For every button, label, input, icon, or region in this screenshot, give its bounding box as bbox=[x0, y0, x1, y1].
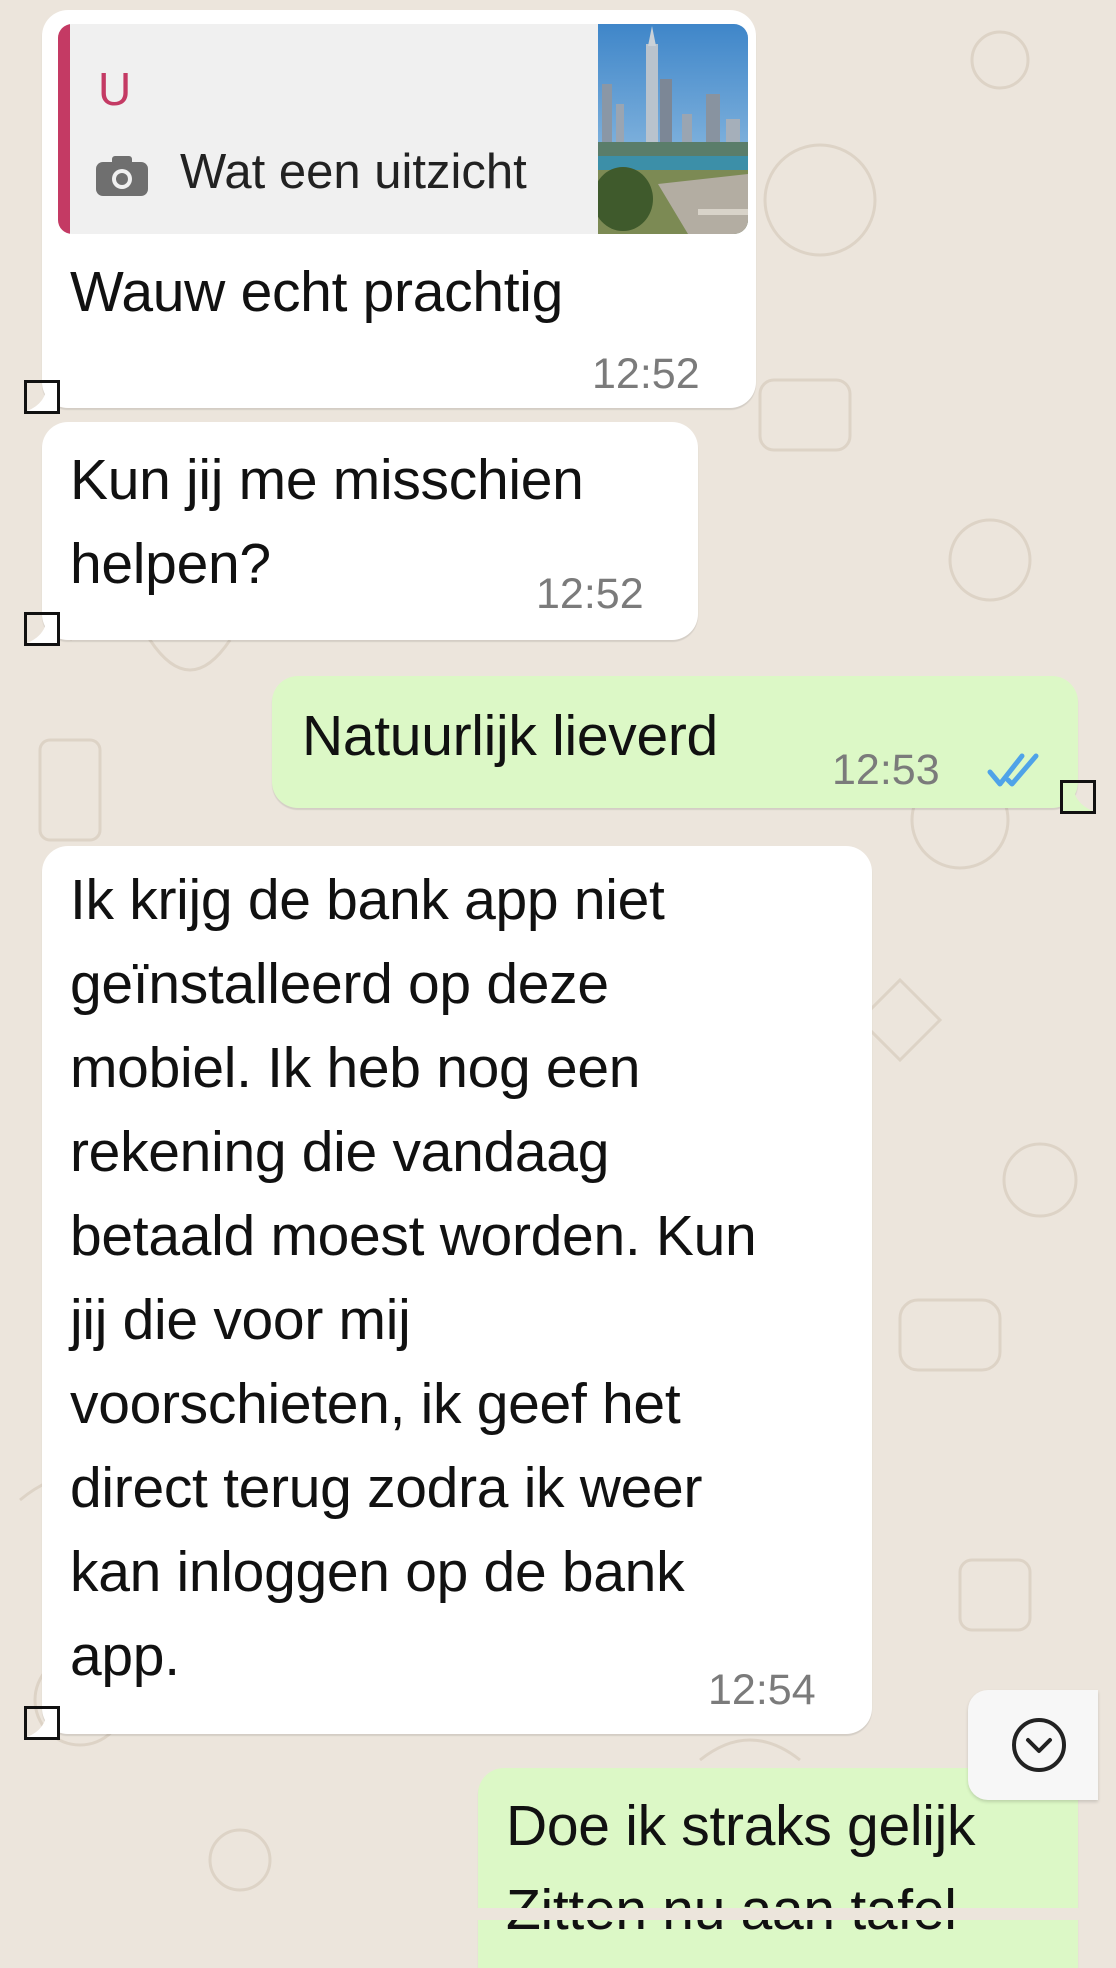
message-text: Wauw echt prachtig bbox=[70, 260, 564, 324]
double-check-read-icon bbox=[987, 753, 1039, 787]
message-text-line: betaald moest worden. Kun bbox=[70, 1204, 757, 1268]
message-text-line: voorschieten, ik geef het bbox=[70, 1372, 681, 1436]
message-timestamp: 12:54 bbox=[708, 1666, 816, 1714]
message-text-line: app. bbox=[70, 1624, 180, 1688]
message-bubble-incoming[interactable]: Ik krijg de bank app niet geïnstalleerd … bbox=[42, 846, 872, 1734]
bubble-tail bbox=[1060, 780, 1096, 814]
bubble-tail bbox=[24, 612, 60, 646]
message-text-line: Kun jij me misschien bbox=[70, 448, 584, 512]
message-text-line: helpen? bbox=[70, 532, 271, 596]
message-bubble-incoming[interactable]: Kun jij me misschien helpen? 12:52 bbox=[42, 422, 698, 640]
screen-bottom-edge bbox=[0, 1908, 1116, 1920]
message-text-line: kan inloggen op de bank bbox=[70, 1540, 685, 1604]
bubble-tail bbox=[24, 380, 60, 414]
quoted-message[interactable]: U Wat een uitzicht bbox=[58, 24, 748, 234]
message-bubble-outgoing[interactable]: Natuurlijk lieverd 12:53 bbox=[272, 676, 1078, 808]
message-text-block: Ik krijg de bank app niet geïnstalleerd … bbox=[70, 858, 757, 1698]
message-text-line: mobiel. Ik heb nog een bbox=[70, 1036, 641, 1100]
message-timestamp: 12:52 bbox=[592, 350, 700, 398]
bubble-tail bbox=[24, 1706, 60, 1740]
camera-icon bbox=[96, 156, 148, 196]
message-timestamp: 12:52 bbox=[536, 570, 644, 618]
message-text-line: Ik krijg de bank app niet bbox=[70, 868, 665, 932]
message-text: Natuurlijk lieverd bbox=[302, 704, 718, 768]
city-skyline-photo[interactable] bbox=[598, 24, 748, 234]
message-text-line: direct terug zodra ik weer bbox=[70, 1456, 703, 1520]
message-timestamp: 12:53 bbox=[832, 746, 940, 794]
message-bubble-incoming[interactable]: U Wat een uitzicht Wauw echt prachtig 12… bbox=[42, 10, 756, 408]
scroll-to-bottom-button[interactable] bbox=[968, 1690, 1098, 1800]
chevron-down-icon bbox=[1012, 1718, 1066, 1772]
message-text-line: rekening die vandaag bbox=[70, 1120, 610, 1184]
quote-accent-bar bbox=[58, 24, 70, 234]
quote-author: U bbox=[98, 63, 132, 115]
message-text-line: geïnstalleerd op deze bbox=[70, 952, 609, 1016]
message-text-line: jij die voor mij bbox=[70, 1288, 411, 1352]
quote-text: Wat een uitzicht bbox=[180, 145, 527, 199]
message-text-line: Doe ik straks gelijk bbox=[506, 1794, 976, 1858]
